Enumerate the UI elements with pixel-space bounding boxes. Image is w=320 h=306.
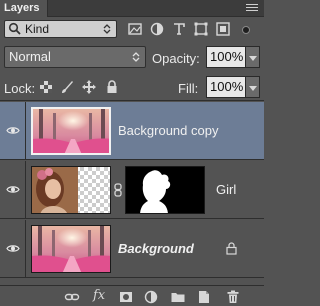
layer-name[interactable]: Background copy: [118, 123, 218, 138]
visibility-toggle[interactable]: [0, 161, 26, 219]
filter-row: Kind: [0, 17, 264, 41]
tab-layers[interactable]: Layers: [0, 0, 48, 17]
adjustment-layer-icon[interactable]: [143, 289, 159, 305]
lock-label: Lock:: [4, 81, 36, 96]
visibility-toggle[interactable]: [0, 102, 26, 160]
lock-position-icon[interactable]: [81, 79, 97, 95]
lock-all-icon[interactable]: [104, 79, 120, 95]
layer-thumbnail[interactable]: [31, 107, 111, 155]
blend-row: Normal Opacity: 100%: [0, 43, 264, 71]
layer-row-background-copy[interactable]: Background copy: [0, 102, 264, 160]
add-mask-icon[interactable]: [118, 289, 134, 305]
opacity-label: Opacity:: [152, 51, 200, 66]
eye-icon: [6, 245, 20, 252]
adjustment-filter-icon[interactable]: [148, 20, 166, 38]
fill-label: Fill:: [178, 81, 199, 96]
blend-mode-select[interactable]: Normal: [4, 46, 146, 68]
panel-menu-icon[interactable]: [246, 4, 258, 13]
layer-row-girl[interactable]: Girl: [0, 161, 264, 219]
mask-silhouette: [126, 167, 204, 213]
pink-forest-thumbnail: [32, 226, 110, 272]
filter-toggle[interactable]: [234, 21, 258, 37]
chevron-updown-icon: [103, 24, 111, 34]
layer-thumbnail[interactable]: [31, 166, 111, 214]
blend-mode-label: Normal: [9, 49, 51, 64]
pink-forest-thumbnail: [33, 109, 109, 153]
layer-mask-thumbnail[interactable]: [125, 166, 205, 214]
lock-image-icon[interactable]: [59, 79, 75, 95]
fill-dropdown-button[interactable]: [246, 76, 260, 98]
link-layers-icon[interactable]: [64, 289, 80, 305]
search-icon: [8, 22, 21, 35]
smart-object-filter-icon[interactable]: [214, 20, 232, 38]
filter-icon-group: [122, 20, 230, 38]
layers-panel: Layers Kind Normal Opacity: 100% Lock: F…: [0, 0, 264, 306]
opacity-input[interactable]: 100%: [206, 46, 246, 68]
panel-tab-bar: Layers: [0, 0, 264, 17]
layer-name[interactable]: Girl: [216, 182, 236, 197]
new-group-icon[interactable]: [170, 289, 186, 305]
lock-transparent-icon[interactable]: [38, 79, 54, 95]
girl-portrait-thumbnail: [32, 167, 110, 213]
filter-toggle-indicator: [242, 26, 250, 34]
kind-filter-select[interactable]: Kind: [4, 20, 117, 38]
add-style-icon[interactable]: fx: [93, 288, 105, 303]
eye-icon: [6, 127, 20, 134]
fill-input[interactable]: 100%: [206, 76, 246, 98]
layer-name[interactable]: Background: [118, 241, 194, 256]
delete-layer-icon[interactable]: [225, 289, 241, 305]
visibility-toggle[interactable]: [0, 220, 26, 278]
layers-bottom-toolbar: fx: [0, 285, 264, 306]
layer-row-background[interactable]: Background: [0, 220, 264, 278]
opacity-dropdown-button[interactable]: [246, 46, 260, 68]
kind-filter-label: Kind: [25, 22, 50, 36]
shape-filter-icon[interactable]: [192, 20, 210, 38]
eye-icon: [6, 186, 20, 193]
link-icon[interactable]: [113, 183, 123, 197]
lock-icon: [226, 242, 237, 255]
lock-row: Lock: Fill: 100%: [0, 73, 264, 101]
pixel-filter-icon[interactable]: [126, 20, 144, 38]
new-layer-icon[interactable]: [196, 289, 212, 305]
type-filter-icon[interactable]: [170, 20, 188, 38]
chevron-updown-icon: [132, 52, 140, 62]
layer-thumbnail[interactable]: [31, 225, 111, 273]
